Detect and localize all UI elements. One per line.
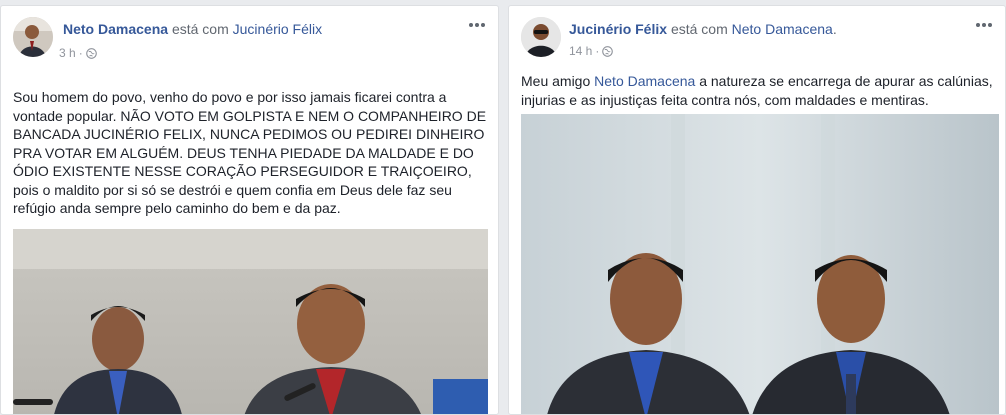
post-text-line: vontade popular. NÃO VOTO EM GOLPISTA E … [13,107,487,124]
post-header: Neto Damacena está com Jucinério Félix [63,21,322,37]
post-text-line: injurias e as injustiças feita contra nó… [521,91,929,108]
post-body: Meu amigo Neto Damacena a natureza se en… [521,72,999,109]
mention-link[interactable]: Neto Damacena [594,73,695,89]
post-header: Jucinério Félix está com Neto Damacena. [569,21,837,37]
globe-icon[interactable] [85,47,97,59]
more-options-icon[interactable] [975,20,993,30]
post-photo[interactable] [521,114,999,414]
post-text-rest: a natureza se encarrega de apurar as cal… [695,73,993,89]
tagged-person-link[interactable]: Neto Damacena [732,21,833,37]
more-options-icon[interactable] [468,20,486,30]
meta-separator: · [595,44,600,58]
author-name-link[interactable]: Jucinério Félix [569,21,667,37]
globe-icon[interactable] [602,45,614,57]
post-text-prefix: Meu amigo [521,73,595,89]
author-avatar[interactable] [13,17,53,57]
post-timestamp[interactable]: 14 h [569,44,592,58]
post-body: Sou homem do povo, venho do povo e por i… [13,88,491,218]
author-name-link[interactable]: Neto Damacena [63,21,168,37]
post-text-line: pois o maldito por si só se destrói e qu… [13,181,452,198]
post-text-line: BANCADA JUCINÉRIO FELIX, NUNCA PEDIMOS O… [13,126,485,142]
with-text: está com [171,21,229,37]
post-text-line: PRA VOTAR EM ALGUÉM. DEUS TENHA PIEDADE … [13,144,474,161]
tagged-person-link[interactable]: Jucinério Félix [233,21,322,37]
tagged-suffix: . [832,21,837,37]
meta-separator: · [78,46,83,60]
with-text: está com [670,21,728,37]
post-timestamp[interactable]: 3 h [59,46,76,60]
post-meta: 14 h · [569,44,614,58]
post-card-jucinerio: Jucinério Félix está com Neto Damacena. … [508,5,1006,415]
post-text-line: refúgio anda sempre pelo caminho do bem … [13,200,341,216]
post-text-line: ÓDIO EXISTENTE NESSE CORAÇÃO PERSEGUIDOR… [13,163,472,179]
post-text-line: Sou homem do povo, venho do povo e por i… [13,89,447,105]
post-meta: 3 h · [59,46,97,60]
post-photo[interactable] [13,229,488,414]
author-avatar[interactable] [521,17,561,57]
post-card-neto: Neto Damacena está com Jucinério Félix 3… [0,5,499,415]
